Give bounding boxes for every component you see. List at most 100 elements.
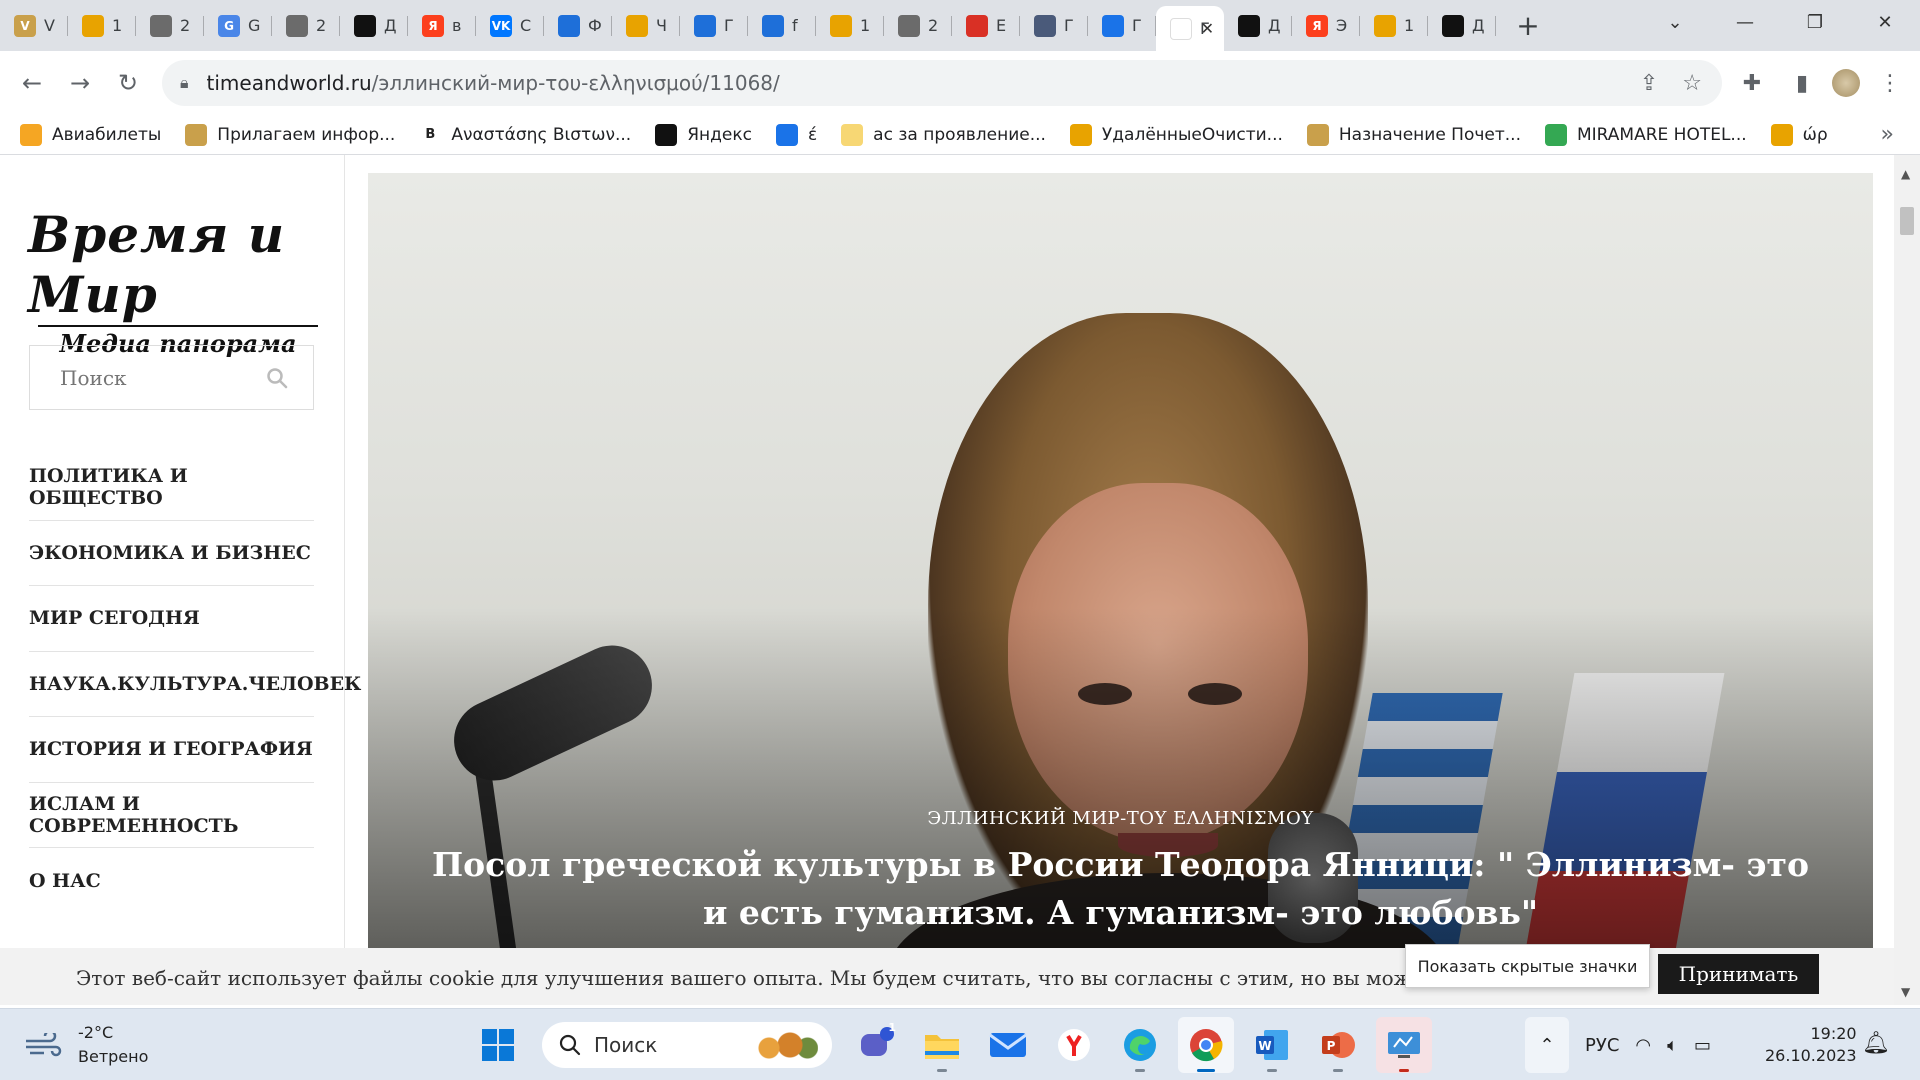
page-scrollbar[interactable]: ▲ ▼ bbox=[1894, 155, 1920, 1005]
tab-favicon-icon bbox=[1170, 17, 1192, 40]
tab[interactable]: 2 bbox=[136, 0, 204, 51]
extensions-icon[interactable]: ✚ bbox=[1732, 59, 1772, 107]
tab[interactable]: 2 bbox=[272, 0, 340, 51]
scroll-up-icon[interactable]: ▲ bbox=[1901, 167, 1910, 181]
menu-kebab-icon[interactable]: ⋮ bbox=[1870, 59, 1910, 107]
bookmark-item[interactable]: ώρ bbox=[1770, 123, 1828, 146]
tab[interactable]: Ч bbox=[612, 0, 680, 51]
bookmark-item[interactable]: B Αναστάσης Βιστων... bbox=[419, 123, 631, 146]
tab[interactable]: ЯЭ bbox=[1292, 0, 1360, 51]
tab[interactable]: 1 bbox=[1360, 0, 1428, 51]
minimize-button[interactable]: — bbox=[1710, 0, 1780, 44]
forward-button[interactable]: → bbox=[56, 59, 104, 107]
menu-item[interactable]: ИСТОРИЯ И ГЕОГРАФИЯ bbox=[29, 717, 314, 783]
site-search-input[interactable] bbox=[60, 365, 260, 390]
menu-item[interactable]: ЭКОНОМИКА И БИЗНЕС bbox=[29, 521, 314, 586]
tab[interactable]: 2 bbox=[884, 0, 952, 51]
tab[interactable]: Д bbox=[340, 0, 408, 51]
bookmark-label: Яндекс bbox=[687, 124, 752, 145]
mail-app[interactable] bbox=[980, 1017, 1036, 1073]
url-path: /эллинский-мир-του-ελληνισμού/11068/ bbox=[371, 71, 780, 95]
close-window-button[interactable]: ✕ bbox=[1850, 0, 1920, 44]
edge-icon bbox=[1124, 1029, 1156, 1061]
site-logo[interactable]: Время и Мир Медиа панорама bbox=[28, 205, 328, 358]
chrome-app[interactable] bbox=[1178, 1017, 1234, 1073]
scroll-down-icon[interactable]: ▼ bbox=[1901, 985, 1910, 999]
menu-item[interactable]: ИСЛАМ И СОВРЕМЕННОСТЬ bbox=[29, 783, 314, 848]
search-icon[interactable] bbox=[265, 366, 289, 390]
browser-toolbar: ← → ↻ 🔒︎ timeandworld.ru/эллинский-мир-τ… bbox=[0, 51, 1920, 115]
lock-icon[interactable]: 🔒︎ bbox=[180, 73, 189, 93]
tab[interactable]: E bbox=[952, 0, 1020, 51]
clock-date: 26.10.2023 bbox=[1765, 1046, 1857, 1065]
hero-title[interactable]: Посол греческой культуры в России Теодор… bbox=[428, 841, 1813, 937]
menu-item[interactable]: О НАС bbox=[29, 848, 314, 914]
scroll-thumb[interactable] bbox=[1900, 207, 1914, 235]
back-button[interactable]: ← bbox=[8, 59, 56, 107]
tab[interactable]: VV bbox=[0, 0, 68, 51]
tab[interactable]: Г bbox=[680, 0, 748, 51]
bookmarks-bar: Авиабилеты Прилагаем инфор... B Αναστάσης Β… bbox=[0, 115, 1920, 155]
menu-item[interactable]: МИР СЕГОДНЯ bbox=[29, 586, 314, 652]
taskbar-search[interactable]: Поиск bbox=[542, 1022, 832, 1068]
wifi-icon[interactable]: ◠ bbox=[1635, 1035, 1651, 1056]
more-bookmarks-icon[interactable]: » bbox=[1881, 122, 1894, 147]
tab[interactable]: f bbox=[748, 0, 816, 51]
hero-category[interactable]: ЭЛЛИНСКИЙ МИР-ΤΟΥ ΕΛΛΗΝΙΣΜΟΥ bbox=[368, 808, 1873, 829]
language-indicator[interactable]: РУС bbox=[1585, 1035, 1619, 1056]
restore-button[interactable]: ❐ bbox=[1780, 0, 1850, 44]
powerpoint-app[interactable]: P bbox=[1310, 1017, 1366, 1073]
explorer-app[interactable] bbox=[914, 1017, 970, 1073]
close-tab-icon[interactable]: ✕ bbox=[1201, 19, 1214, 38]
profile-avatar[interactable] bbox=[1832, 69, 1860, 97]
bookmark-item[interactable]: УдалённыеОчисти... bbox=[1069, 123, 1283, 146]
chat-app[interactable]: 1 bbox=[848, 1017, 904, 1073]
address-bar[interactable]: 🔒︎ timeandworld.ru/эллинский-мир-του-ελλ… bbox=[162, 60, 1722, 106]
clock[interactable]: 19:20 26.10.2023 bbox=[1765, 1023, 1857, 1067]
bookmark-item[interactable]: Прилагаем инфор... bbox=[185, 123, 395, 146]
tab-title: Э bbox=[1336, 16, 1348, 35]
reload-button[interactable]: ↻ bbox=[104, 59, 152, 107]
hero-article[interactable]: ЭЛЛИНСКИЙ МИР-ΤΟΥ ΕΛΛΗΝΙΣΜΟΥ Посол грече… bbox=[368, 173, 1873, 963]
bookmark-item[interactable]: έ bbox=[775, 123, 817, 146]
start-button[interactable] bbox=[470, 1017, 526, 1073]
yandex-browser-app[interactable] bbox=[1046, 1017, 1102, 1073]
weather-widget[interactable]: -2°C Ветрено bbox=[24, 1021, 148, 1069]
notifications-icon[interactable]: 🔔︎ bbox=[1862, 1031, 1890, 1056]
tab[interactable]: Яв bbox=[408, 0, 476, 51]
menu-item[interactable]: ПОЛИТИКА И ОБЩЕСТВО bbox=[29, 455, 314, 521]
volume-icon[interactable]: 🔈︎ bbox=[1667, 1035, 1678, 1056]
show-hidden-icons-button[interactable]: ⌃ bbox=[1525, 1017, 1569, 1073]
bookmark-item[interactable]: ас за проявление... bbox=[841, 123, 1046, 146]
bookmark-star-icon[interactable]: ☆ bbox=[1682, 71, 1702, 96]
side-panel-icon[interactable]: ▮ bbox=[1782, 59, 1822, 107]
tab-search-chevron-icon[interactable]: ⌄ bbox=[1640, 0, 1710, 44]
share-icon[interactable]: ⇪ bbox=[1640, 71, 1658, 96]
tab[interactable]: Д bbox=[1224, 0, 1292, 51]
bookmark-item[interactable]: Авиабилеты bbox=[20, 123, 161, 146]
snipping-tool-app[interactable] bbox=[1376, 1017, 1432, 1073]
powerpoint-icon: P bbox=[1322, 1032, 1355, 1058]
word-app[interactable]: W bbox=[1244, 1017, 1300, 1073]
cookie-accept-button[interactable]: Принимать bbox=[1658, 954, 1819, 994]
tab[interactable]: Д bbox=[1428, 0, 1496, 51]
tab[interactable]: Г bbox=[1088, 0, 1156, 51]
bookmark-item[interactable]: MIRAMARE HOTEL... bbox=[1544, 123, 1747, 146]
mail-icon bbox=[775, 123, 798, 146]
tab[interactable]: 1 bbox=[816, 0, 884, 51]
tab-title: Ч bbox=[656, 16, 667, 35]
tab[interactable]: GG bbox=[204, 0, 272, 51]
wind-icon bbox=[26, 1033, 62, 1057]
edge-app[interactable] bbox=[1112, 1017, 1168, 1073]
bookmark-item[interactable]: Назначение Почет... bbox=[1306, 123, 1521, 146]
battery-icon[interactable]: ▭ bbox=[1694, 1035, 1711, 1056]
tab[interactable]: Ф bbox=[544, 0, 612, 51]
tab[interactable]: VK С bbox=[476, 0, 544, 51]
bookmark-item[interactable]: Яндекс bbox=[655, 123, 752, 146]
tab[interactable]: Г bbox=[1020, 0, 1088, 51]
new-tab-button[interactable]: + bbox=[1504, 6, 1552, 46]
tab[interactable]: 1 bbox=[68, 0, 136, 51]
tab-active[interactable]: Г ✕ bbox=[1156, 6, 1224, 51]
tripadvisor-icon bbox=[1544, 123, 1567, 146]
menu-item[interactable]: НАУКА.КУЛЬТУРА.ЧЕЛОВЕК bbox=[29, 652, 361, 717]
